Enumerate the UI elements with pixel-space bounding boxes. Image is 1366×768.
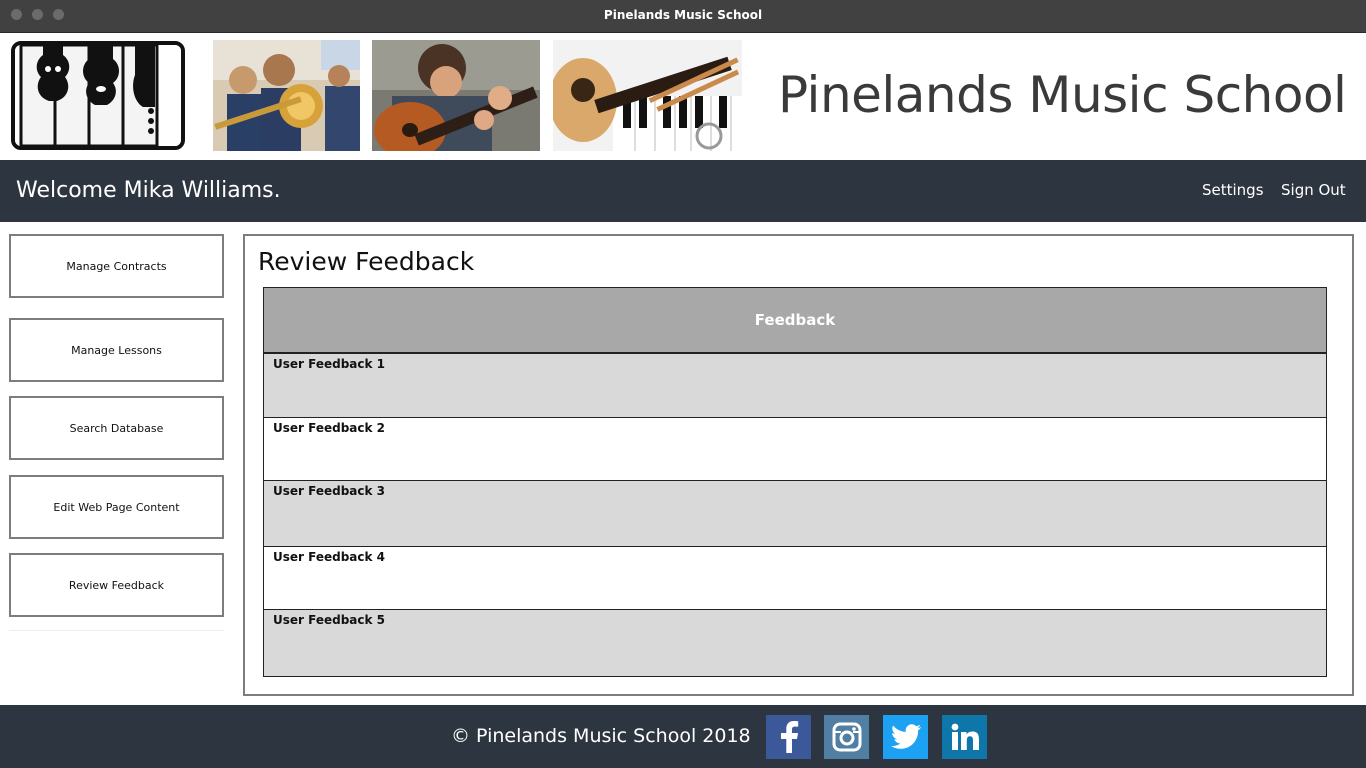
ukulele-piano-photo (553, 40, 742, 151)
linkedin-icon[interactable] (942, 715, 987, 759)
instagram-icon[interactable] (824, 715, 869, 759)
manage-lessons-button[interactable]: Manage Lessons (9, 318, 224, 382)
feedback-cell: User Feedback 5 (273, 613, 386, 627)
feedback-cell: User Feedback 3 (273, 484, 386, 498)
settings-link[interactable]: Settings (1202, 181, 1264, 199)
main-panel: Review Feedback Feedback User Feedback 1… (243, 234, 1354, 696)
table-row[interactable]: User Feedback 1 (264, 354, 1326, 418)
review-feedback-button[interactable]: Review Feedback (9, 553, 224, 617)
manage-contracts-button[interactable]: Manage Contracts (9, 234, 224, 298)
feedback-table: Feedback User Feedback 1 User Feedback 2… (263, 287, 1327, 677)
feedback-cell: User Feedback 1 (273, 357, 386, 371)
table-row[interactable]: User Feedback 5 (264, 610, 1326, 676)
guitar-player-photo (372, 40, 540, 151)
copyright-text: © Pinelands Music School 2018 (451, 725, 751, 747)
feedback-cell: User Feedback 2 (273, 421, 386, 435)
banner-school-name: Pinelands Music School (778, 66, 1347, 124)
feedback-cell: User Feedback 4 (273, 550, 386, 564)
table-row[interactable]: User Feedback 2 (264, 418, 1326, 481)
feedback-table-header: Feedback (264, 288, 1326, 354)
welcome-message: Welcome Mika Williams. (16, 178, 281, 203)
window-title: Pinelands Music School (603, 8, 763, 22)
window-titlebar: Pinelands Music School (0, 0, 1366, 33)
sign-out-link[interactable]: Sign Out (1281, 181, 1346, 199)
piano-violin-logo-icon (11, 41, 185, 150)
banner: Pinelands Music School (0, 34, 1366, 160)
search-database-button[interactable]: Search Database (9, 396, 224, 460)
trombone-students-photo (213, 40, 360, 151)
page-title: Review Feedback (258, 247, 475, 276)
table-row[interactable]: User Feedback 4 (264, 547, 1326, 610)
sidebar-divider (9, 630, 224, 631)
top-navbar: Welcome Mika Williams. Settings Sign Out (0, 160, 1366, 222)
edit-web-page-content-button[interactable]: Edit Web Page Content (9, 475, 224, 539)
table-row[interactable]: User Feedback 3 (264, 481, 1326, 547)
sidebar: Manage Contracts Manage Lessons Search D… (0, 222, 236, 705)
footer: © Pinelands Music School 2018 (0, 705, 1366, 768)
twitter-icon[interactable] (883, 715, 928, 759)
facebook-icon[interactable] (766, 715, 811, 759)
